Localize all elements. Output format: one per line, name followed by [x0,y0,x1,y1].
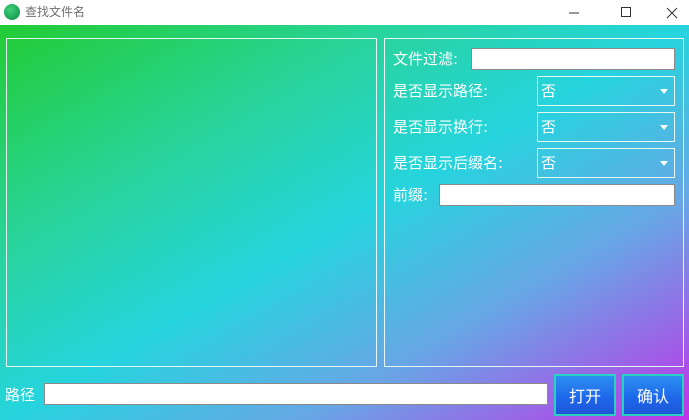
maximize-button[interactable] [603,0,649,25]
maximize-icon [620,7,631,17]
close-button[interactable] [649,0,689,25]
show-path-value: 否 [541,82,557,100]
show-suffix-select[interactable]: 否 [537,148,675,178]
filter-label: 文件过滤: [393,50,459,68]
dropdown-arrow-icon [660,89,668,94]
confirm-button[interactable]: 确认 [622,374,684,416]
path-input[interactable] [44,383,548,405]
app-icon [4,4,20,20]
path-label: 路径 [5,386,36,404]
filter-input[interactable] [471,48,675,70]
dropdown-arrow-icon [660,161,668,166]
prefix-input[interactable] [439,184,675,206]
close-icon [666,7,678,18]
main-panel: 文件过滤: 是否显示路径: 否 是否显示换行: 否 是否显示后缀名: 否 前缀:… [0,25,689,420]
show-newline-select[interactable]: 否 [537,112,675,142]
show-suffix-label: 是否显示后缀名: [393,154,504,172]
show-newline-value: 否 [541,118,557,136]
preview-area [6,38,377,367]
minimize-button[interactable] [551,0,597,25]
prefix-label: 前缀: [393,186,429,204]
window-title: 查找文件名 [25,5,86,19]
show-suffix-value: 否 [541,154,557,172]
open-button[interactable]: 打开 [554,374,616,416]
show-path-select[interactable]: 否 [537,76,675,106]
dropdown-arrow-icon [660,125,668,130]
title-bar: 查找文件名 [0,0,689,25]
options-panel: 文件过滤: 是否显示路径: 否 是否显示换行: 否 是否显示后缀名: 否 前缀: [384,38,684,367]
show-newline-label: 是否显示换行: [393,118,489,136]
show-path-label: 是否显示路径: [393,82,489,100]
minimize-icon [568,12,579,14]
